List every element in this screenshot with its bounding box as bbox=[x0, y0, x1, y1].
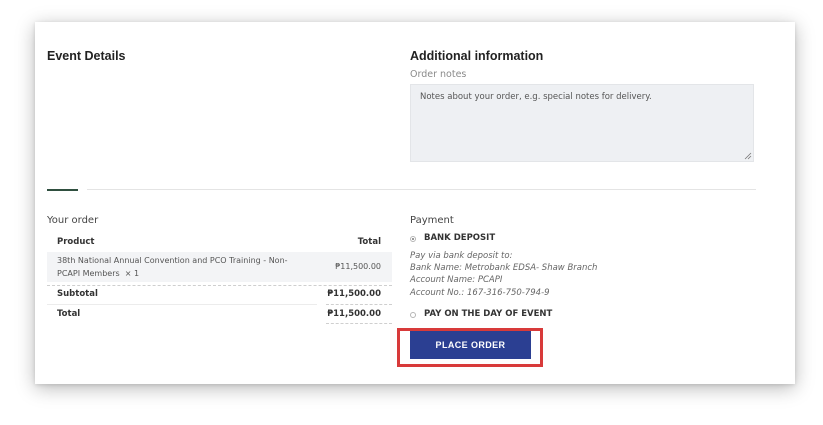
total-underline bbox=[326, 323, 392, 324]
order-notes-label: Order notes bbox=[410, 69, 467, 80]
subtotal-label: Subtotal bbox=[57, 289, 98, 299]
subtotal-value: ₱11,500.00 bbox=[327, 289, 381, 299]
column-header-product: Product bbox=[57, 237, 95, 247]
row-separator bbox=[47, 304, 317, 305]
order-notes-textarea[interactable]: Notes about your order, e.g. special not… bbox=[410, 84, 754, 162]
total-label: Total bbox=[57, 309, 81, 319]
additional-info-title: Additional information bbox=[410, 49, 544, 63]
place-order-button[interactable]: PLACE ORDER bbox=[410, 331, 531, 359]
section-divider bbox=[87, 189, 756, 190]
resize-handle-icon[interactable] bbox=[744, 152, 752, 160]
bank-deposit-description: Pay via bank deposit to: Bank Name: Metr… bbox=[410, 251, 598, 298]
pay-on-event-day-radio[interactable] bbox=[410, 312, 416, 318]
order-item-qty: × 1 bbox=[124, 268, 140, 278]
subtotal-underline bbox=[326, 304, 392, 305]
section-tab-indicator bbox=[47, 189, 78, 191]
order-item-total: ₱11,500.00 bbox=[335, 262, 381, 271]
event-details-title: Event Details bbox=[47, 49, 126, 63]
bank-deposit-radio[interactable] bbox=[410, 236, 416, 242]
column-header-total: Total bbox=[357, 237, 381, 247]
bank-deposit-label[interactable]: BANK DEPOSIT bbox=[424, 233, 495, 243]
row-separator bbox=[47, 285, 392, 286]
order-item-name: 38th National Annual Convention and PCO … bbox=[57, 256, 288, 278]
your-order-title: Your order bbox=[47, 215, 99, 226]
total-value: ₱11,500.00 bbox=[327, 309, 381, 319]
checkout-card: Event Details Additional information Ord… bbox=[35, 22, 795, 384]
payment-title: Payment bbox=[410, 215, 454, 226]
pay-on-event-day-label[interactable]: PAY ON THE DAY OF EVENT bbox=[424, 309, 552, 319]
order-notes-placeholder: Notes about your order, e.g. special not… bbox=[420, 92, 652, 102]
